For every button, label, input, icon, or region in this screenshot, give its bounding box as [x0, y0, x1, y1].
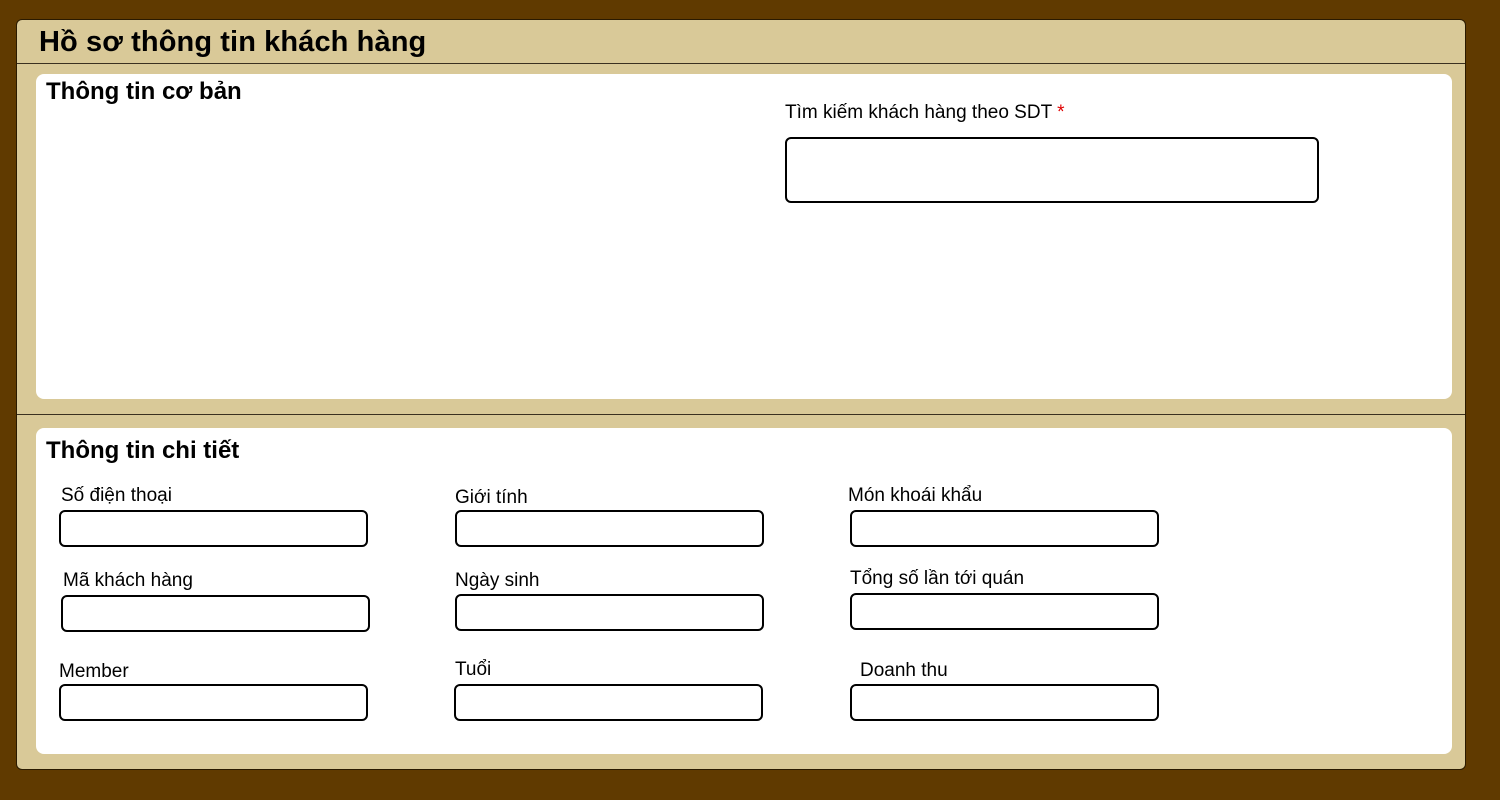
detail-info-title: Thông tin chi tiết: [46, 437, 240, 464]
visit-count-input[interactable]: [850, 593, 1159, 630]
detail-info-panel: Thông tin chi tiết Số điện thoại Mã khác…: [36, 428, 1452, 754]
search-phone-label-text: Tìm kiếm khách hàng theo SDT: [785, 102, 1053, 123]
search-phone-input[interactable]: [785, 137, 1319, 203]
gender-input[interactable]: [455, 510, 764, 547]
basic-info-title: Thông tin cơ bản: [46, 78, 242, 105]
birthday-input[interactable]: [455, 594, 764, 631]
search-phone-label: Tìm kiếm khách hàng theo SDT *: [785, 102, 1065, 124]
customer-profile-window: Hồ sơ thông tin khách hàng Thông tin cơ …: [16, 19, 1466, 770]
gender-label: Giới tính: [455, 487, 528, 508]
age-label: Tuổi: [455, 659, 492, 680]
header-divider: [17, 63, 1465, 64]
customer-code-label: Mã khách hàng: [63, 570, 193, 591]
member-input[interactable]: [59, 684, 368, 721]
favorite-dish-label: Món khoái khẩu: [848, 485, 983, 506]
age-input[interactable]: [454, 684, 763, 721]
member-label: Member: [59, 661, 129, 682]
revenue-input[interactable]: [850, 684, 1159, 721]
basic-info-panel: Thông tin cơ bản Tìm kiếm khách hàng the…: [36, 74, 1452, 399]
phone-input[interactable]: [59, 510, 368, 547]
revenue-label: Doanh thu: [860, 660, 948, 681]
visit-count-label: Tổng số lần tới quán: [850, 568, 1025, 589]
favorite-dish-input[interactable]: [850, 510, 1159, 547]
window-title: Hồ sơ thông tin khách hàng: [39, 26, 427, 58]
section-divider: [17, 414, 1465, 415]
required-mark: *: [1057, 102, 1065, 123]
birthday-label: Ngày sinh: [455, 570, 540, 591]
customer-code-input[interactable]: [61, 595, 370, 632]
phone-label: Số điện thoại: [61, 485, 172, 506]
